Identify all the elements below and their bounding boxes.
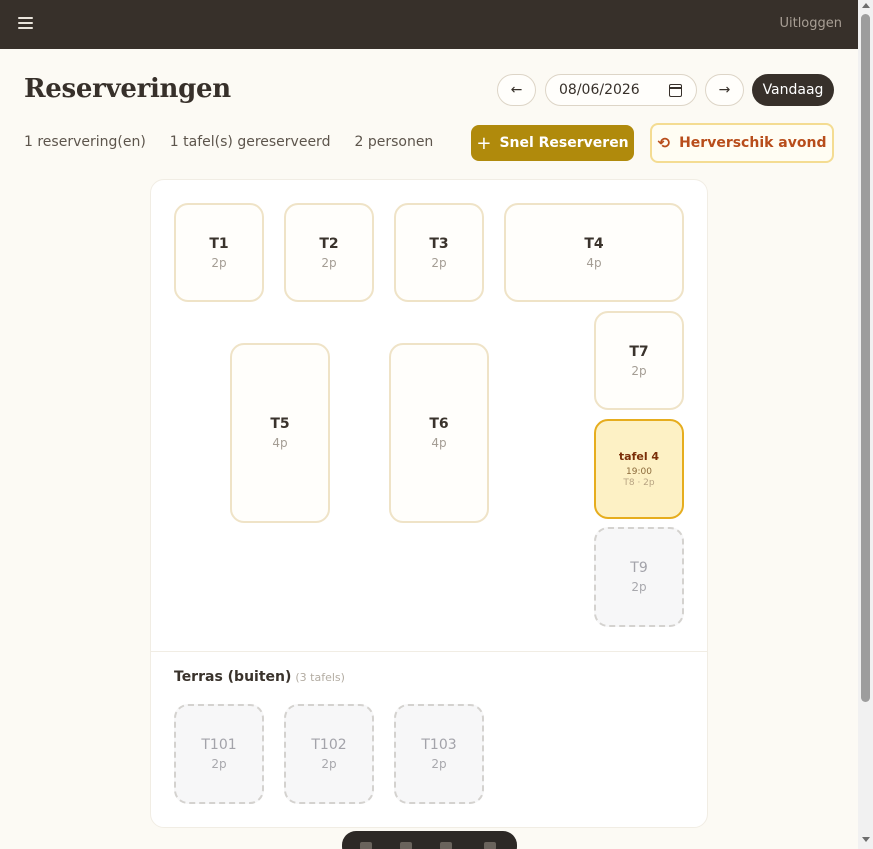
reservation-time: 19:00 xyxy=(626,467,652,477)
top-bar: Uitloggen xyxy=(0,0,858,49)
table-t9[interactable]: T9 2p xyxy=(594,527,684,627)
dock-icon-3[interactable] xyxy=(440,842,452,849)
table-capacity: 2p xyxy=(431,757,447,771)
table-capacity: 4p xyxy=(586,255,602,270)
stats-row: 1 reservering(en) 1 tafel(s) gereserveer… xyxy=(24,134,433,150)
table-capacity: 2p xyxy=(321,757,337,771)
scroll-down-icon[interactable] xyxy=(862,837,870,842)
table-name: T101 xyxy=(201,737,237,753)
table-capacity: 2p xyxy=(631,363,647,378)
rearrange-label: Herverschik avond xyxy=(679,135,827,151)
refresh-icon: ⟲ xyxy=(657,134,671,152)
arrow-right-icon: → xyxy=(718,82,731,98)
table-name: T102 xyxy=(311,737,347,753)
table-name: T3 xyxy=(429,235,449,252)
table-name: T9 xyxy=(630,560,648,576)
terras-count: (3 tafels) xyxy=(295,671,345,684)
table-name: T5 xyxy=(270,416,290,432)
table-t101[interactable]: T101 2p xyxy=(174,704,264,804)
table-capacity: 2p xyxy=(321,255,337,270)
date-value: 08/06/2026 xyxy=(559,82,640,98)
reservation-name: tafel 4 xyxy=(618,450,660,463)
terras-title: Terras (buiten) xyxy=(174,669,292,685)
dock-icon-2[interactable] xyxy=(400,842,412,849)
table-capacity: 2p xyxy=(631,580,647,594)
table-name: T7 xyxy=(629,343,649,360)
logout-link[interactable]: Uitloggen xyxy=(779,16,842,31)
scroll-up-icon[interactable] xyxy=(862,3,870,8)
table-t2[interactable]: T2 2p xyxy=(284,203,374,302)
table-t1[interactable]: T1 2p xyxy=(174,203,264,302)
table-capacity: 4p xyxy=(431,436,447,450)
table-name: T4 xyxy=(584,235,604,252)
table-name: T103 xyxy=(421,737,457,753)
today-button[interactable]: Vandaag xyxy=(752,74,834,106)
table-name: T6 xyxy=(429,416,449,432)
table-capacity: 2p xyxy=(211,255,227,270)
next-day-button[interactable]: → xyxy=(705,74,744,106)
date-input[interactable]: 08/06/2026 xyxy=(545,74,697,106)
quick-reserve-button[interactable]: + Snel Reserveren xyxy=(471,125,634,161)
table-t5[interactable]: T5 4p xyxy=(230,343,330,523)
table-t8-reserved[interactable]: tafel 4 19:00 T8 · 2p xyxy=(594,419,684,519)
table-name: T2 xyxy=(319,235,339,252)
terras-section-title: Terras (buiten) (3 tafels) xyxy=(174,669,345,685)
table-t103[interactable]: T103 2p xyxy=(394,704,484,804)
prev-day-button[interactable]: ← xyxy=(497,74,536,106)
menu-icon[interactable] xyxy=(18,16,34,30)
plus-icon: + xyxy=(476,132,492,154)
bottom-dock xyxy=(342,831,517,849)
table-capacity: 2p xyxy=(211,757,227,771)
quick-reserve-label: Snel Reserveren xyxy=(499,135,629,151)
dock-icon-4[interactable] xyxy=(484,842,496,849)
table-t7[interactable]: T7 2p xyxy=(594,311,684,410)
table-t3[interactable]: T3 2p xyxy=(394,203,484,302)
table-t4[interactable]: T4 4p xyxy=(504,203,684,302)
rearrange-evening-button[interactable]: ⟲ Herverschik avond xyxy=(650,123,834,163)
calendar-icon[interactable] xyxy=(669,84,682,97)
arrow-left-icon: ← xyxy=(510,82,523,98)
table-capacity: 2p xyxy=(431,255,447,270)
table-name: T1 xyxy=(209,235,229,252)
stat-reservations: 1 reservering(en) xyxy=(24,134,146,150)
stat-tables: 1 tafel(s) gereserveerd xyxy=(169,134,331,150)
section-divider xyxy=(150,651,708,652)
page-title: Reserveringen xyxy=(24,74,231,104)
stat-persons: 2 personen xyxy=(354,134,434,150)
table-capacity: 4p xyxy=(272,436,288,450)
reservation-table-info: T8 · 2p xyxy=(623,478,655,488)
dock-icon-1[interactable] xyxy=(360,842,372,849)
scrollbar-thumb[interactable] xyxy=(861,14,870,702)
table-t6[interactable]: T6 4p xyxy=(389,343,489,523)
table-t102[interactable]: T102 2p xyxy=(284,704,374,804)
